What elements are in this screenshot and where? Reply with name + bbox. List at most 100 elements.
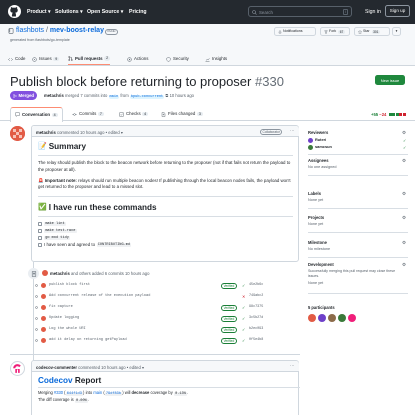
notifications-button[interactable]: Notifications [274,27,316,36]
base-branch[interactable]: main [108,94,120,99]
avatar[interactable] [338,314,346,322]
commits-author-link[interactable]: metachris [50,271,70,276]
fork-icon [324,29,327,34]
commit-sha[interactable]: 0f5e4b8 [249,338,263,342]
commit-icon [35,295,38,298]
tab-files-changed[interactable]: Files changed 3 [161,107,203,121]
x-icon[interactable]: ✕ [242,294,246,299]
pr-link[interactable]: #330 [54,390,63,395]
labels-title[interactable]: Labels [308,191,321,196]
merge-author-link[interactable]: metachris [44,93,64,98]
tab-checks[interactable]: Checks 4 [119,107,149,121]
tab-insights[interactable]: Insights [205,53,227,65]
commit-icon [35,306,38,309]
star-button[interactable]: Star 301 [354,27,390,36]
head-branch[interactable]: bpub-concurrent [129,94,165,99]
avatar[interactable] [318,314,326,322]
check-icon[interactable]: ✓ [242,283,246,288]
sign-in-link[interactable]: Sign in [365,9,381,16]
reviewer-item[interactable]: Ruteri [308,137,326,143]
gear-icon[interactable]: ⚙ [402,215,406,221]
verified-badge[interactable]: Verified [221,304,237,311]
commit-message[interactable]: publish block first [49,283,90,287]
commit-message[interactable]: Log the whole URI [49,327,86,331]
milestone-title[interactable]: Milestone [308,240,327,245]
tab-actions[interactable]: Actions [127,53,148,65]
task-checkbox[interactable] [38,236,42,241]
branch-link[interactable]: main [93,390,102,395]
development-title[interactable]: Development [308,262,334,267]
projects-title[interactable]: Projects [308,215,324,220]
check-icon[interactable]: ✓ [242,305,246,310]
check-icon[interactable]: ✓ [242,338,246,343]
tab-insights-label: Insights [212,56,228,62]
comment-author-link[interactable]: codecov-commenter [36,365,77,370]
tab-conversation[interactable]: Conversation 4 [10,107,63,122]
tab-security[interactable]: Security [166,53,189,65]
tab-pull-requests[interactable]: Pull requests 2 [68,53,111,65]
tab-code[interactable]: Code [8,53,26,65]
commit-sha[interactable]: 98c7375 [249,305,263,309]
gear-icon[interactable]: ⚙ [402,191,406,197]
check-icon[interactable]: ✓ [242,327,246,332]
avatar[interactable] [348,314,356,322]
new-issue-button[interactable]: New issue [375,75,405,85]
commit-sha[interactable]: 3c5b27d [249,316,263,320]
commit-sha[interactable]: 45e2b6c [249,283,263,287]
gear-icon[interactable]: ⚙ [402,130,406,136]
nav-solutions[interactable]: Solutions ▾ [55,9,83,16]
star-dropdown-button[interactable]: ▾ [392,27,401,36]
reviewers-title[interactable]: Reviewers [308,130,328,135]
tab-issues[interactable]: Issues 9 [32,53,60,65]
commit-sha[interactable]: 644f1d3 [65,392,84,396]
verified-badge[interactable]: Verified [221,282,237,289]
reviewer-item[interactable]: samcsun [308,144,332,150]
commit-sha[interactable]: b2ec093 [249,327,263,331]
gear-icon[interactable]: ⚙ [402,262,406,268]
avatar[interactable] [41,283,46,288]
avatar[interactable] [10,126,25,141]
kebab-menu-icon[interactable]: ··· [290,363,295,369]
copy-icon[interactable]: ⧉ [165,93,168,98]
task-checkbox[interactable] [38,243,42,248]
check-icon[interactable]: ✓ [242,316,246,321]
avatar[interactable] [328,314,336,322]
gear-icon[interactable]: ⚙ [402,240,406,246]
commit-message[interactable]: fix capture [49,305,73,309]
nav-pricing[interactable]: Pricing [129,9,147,16]
commit-message[interactable]: Update logging [49,316,79,320]
avatar[interactable] [41,327,46,332]
verified-badge[interactable]: Verified [221,315,237,322]
avatar[interactable] [41,305,46,310]
assignees-title[interactable]: Assignees [308,158,328,163]
search-input[interactable]: Search / [248,6,352,17]
commit-message[interactable]: add it delay on returning getPayload [49,338,127,342]
nav-open-source[interactable]: Open Source ▾ [87,9,123,16]
tab-commits[interactable]: Commits 7 [72,107,104,121]
fork-button[interactable]: Fork 67 [320,27,350,36]
github-logo-icon[interactable] [8,5,21,18]
task-checkbox[interactable] [38,222,42,227]
commit-message[interactable]: Add concurrent release of the execution … [49,294,150,298]
comment-timestamp: commented 10 hours ago • edited [56,129,120,135]
verified-badge[interactable]: Verified [221,337,237,344]
repo-owner-link[interactable]: flashbots [16,27,44,34]
commit-sha[interactable]: 79df83b [104,392,123,396]
codecov-link[interactable]: Codecov [38,376,73,385]
kebab-menu-icon[interactable]: ··· [290,128,295,134]
avatar[interactable] [41,316,46,321]
avatar[interactable] [41,338,46,343]
verified-badge[interactable]: Verified [221,326,237,333]
repo-name-link[interactable]: mev-boost-relay [50,27,104,34]
avatar[interactable] [41,294,46,299]
comment-author-link[interactable]: metachris [36,130,56,135]
generated-from[interactable]: generated from flashbots/go-template [10,38,70,42]
nav-product[interactable]: Product ▾ [27,9,51,16]
avatar[interactable] [10,361,25,376]
avatar[interactable] [308,314,316,322]
avatar[interactable] [42,270,48,276]
commit-sha[interactable]: 749abc2 [249,294,263,298]
gear-icon[interactable]: ⚙ [402,158,406,164]
task-checkbox[interactable] [38,229,42,234]
sign-up-button[interactable]: Sign up [385,5,410,17]
